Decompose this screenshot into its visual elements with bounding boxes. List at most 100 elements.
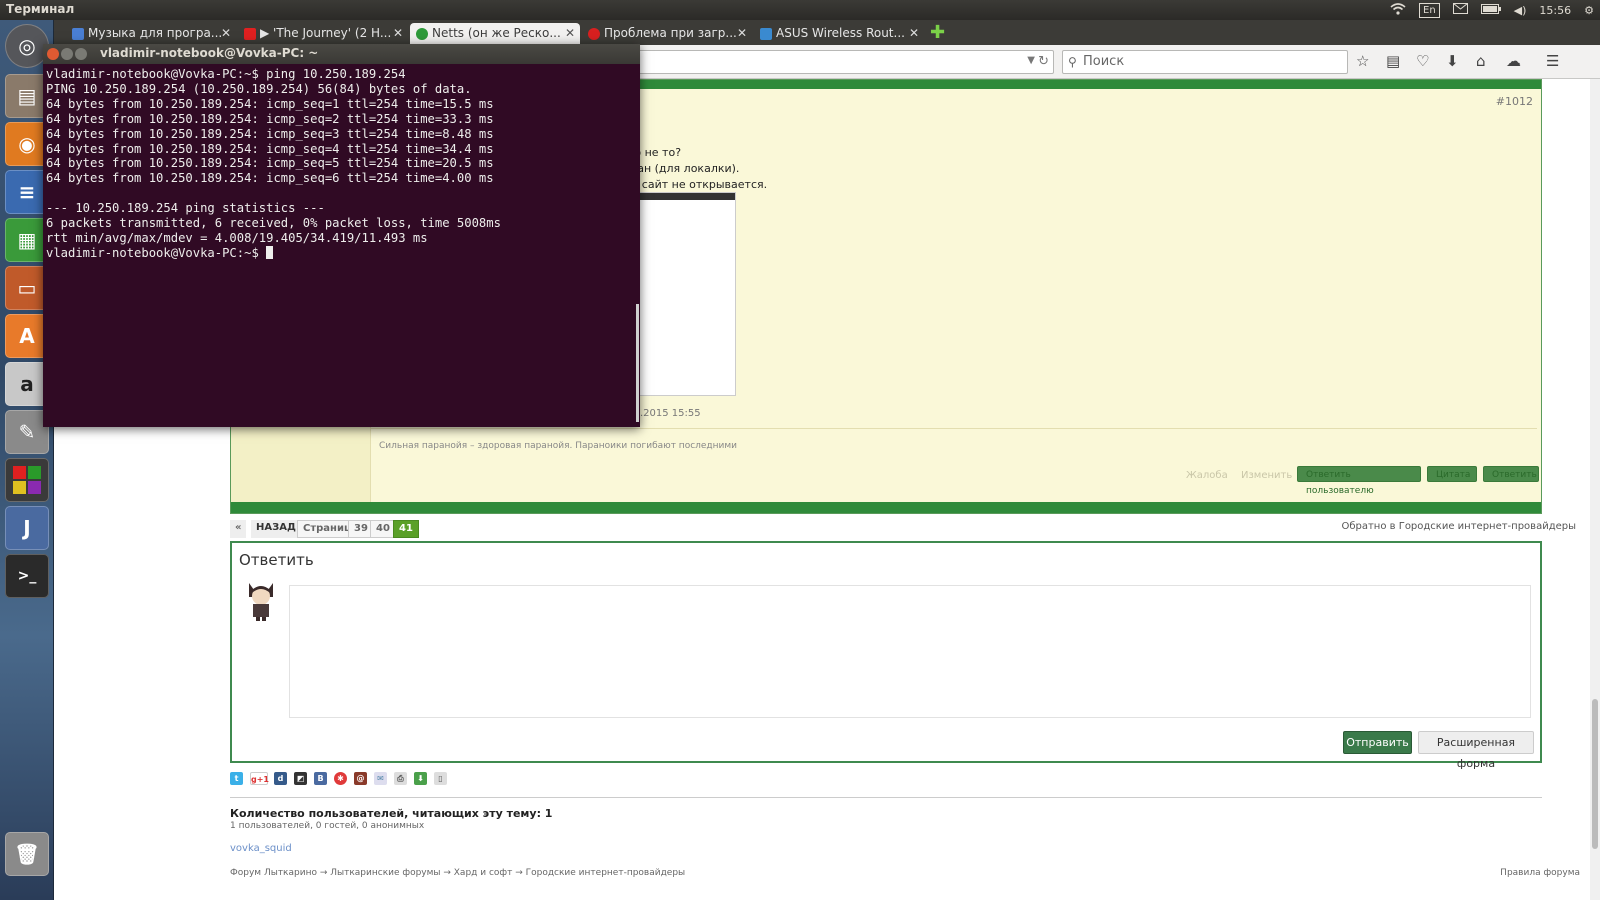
- download-topic-icon[interactable]: ⬇: [414, 772, 427, 785]
- delicious-icon[interactable]: ◩: [294, 772, 307, 785]
- search-placeholder: Поиск: [1083, 54, 1125, 69]
- readers-title: Количество пользователей, читающих эту т…: [230, 807, 553, 820]
- post-signature: Сильная паранойя – здоровая паранойя. Па…: [379, 441, 738, 451]
- digg-icon[interactable]: d: [274, 772, 287, 785]
- close-icon[interactable]: ✕: [221, 23, 231, 44]
- prev-page-button[interactable]: «: [230, 520, 247, 538]
- forum-rules-link[interactable]: Правила форума: [1500, 868, 1580, 878]
- download-icon[interactable]: ⬇: [1446, 53, 1459, 69]
- close-icon[interactable]: ✕: [909, 23, 919, 44]
- reply-title: Ответить: [239, 551, 314, 569]
- print-icon[interactable]: ⎙: [394, 772, 407, 785]
- vk-icon[interactable]: B: [314, 772, 327, 785]
- reader-user-link[interactable]: vovka_squid: [230, 843, 292, 854]
- terminal-window[interactable]: vladimir-notebook@Vovka-PC: ~ vladimir-n…: [43, 44, 640, 427]
- maximize-window-icon[interactable]: [75, 48, 87, 60]
- document-icon[interactable]: ▯: [434, 772, 447, 785]
- terminal-line: rtt min/avg/max/mdev = 4.008/19.405/34.4…: [46, 230, 428, 245]
- edit-link[interactable]: Изменить: [1241, 470, 1292, 481]
- complain-link[interactable]: Жалоба: [1186, 470, 1228, 481]
- colorful-app-icon[interactable]: [5, 458, 49, 502]
- google-plus-icon[interactable]: g+1: [250, 772, 269, 785]
- close-icon[interactable]: ✕: [393, 23, 403, 44]
- terminal-line: 64 bytes from 10.250.189.254: icmp_seq=2…: [46, 111, 494, 126]
- reply-to-user-button[interactable]: Ответить пользователю: [1297, 466, 1421, 496]
- tab-3[interactable]: Проблема при загр... ✕: [582, 23, 752, 45]
- trash-icon[interactable]: 🗑: [5, 832, 49, 876]
- url-bar[interactable]: ▼ ↻: [614, 50, 1054, 74]
- clock[interactable]: 15:56: [1539, 4, 1571, 17]
- terminal-icon[interactable]: >_: [5, 554, 49, 598]
- search-input[interactable]: ⚲ Поиск: [1062, 50, 1348, 74]
- bobrdobr-icon[interactable]: ✱: [334, 772, 347, 785]
- answer-button[interactable]: Ответить: [1483, 466, 1539, 482]
- terminal-line: 64 bytes from 10.250.189.254: icmp_seq=6…: [46, 171, 494, 186]
- twitter-icon[interactable]: t: [230, 772, 243, 785]
- home-icon[interactable]: ⌂: [1476, 53, 1486, 69]
- tab-label: Проблема при загр...: [604, 26, 737, 40]
- terminal-line: 64 bytes from 10.250.189.254: icmp_seq=4…: [46, 141, 494, 156]
- tab-1[interactable]: ▶ 'The Journey' (2 H... ✕: [238, 23, 408, 45]
- tab-2-active[interactable]: Netts (он же Реско... ✕: [410, 23, 580, 45]
- submit-button[interactable]: Отправить: [1343, 731, 1412, 754]
- terminal-cursor: [266, 245, 274, 259]
- chevron-down-icon[interactable]: ▼: [1027, 55, 1035, 66]
- volume-icon[interactable]: ◀): [1514, 4, 1527, 17]
- gear-icon[interactable]: ⚙: [1584, 4, 1594, 17]
- terminal-line: 6 packets transmitted, 6 received, 0% pa…: [46, 216, 501, 231]
- back-to-forum-link[interactable]: Обратно в Городские интернет-провайдеры: [1341, 521, 1576, 532]
- minimize-window-icon[interactable]: [61, 48, 73, 60]
- close-icon[interactable]: ✕: [565, 23, 575, 44]
- bookmark-star-icon[interactable]: ☆: [1356, 53, 1369, 69]
- tab-bar: Музыка для програ... ✕ ▶ 'The Journey' (…: [54, 20, 1600, 45]
- page-current: 41: [393, 520, 419, 538]
- keyboard-layout-indicator[interactable]: En: [1419, 2, 1440, 18]
- new-tab-plus-icon[interactable]: ✚: [930, 23, 945, 43]
- tab-label: ▶ 'The Journey' (2 H...: [260, 26, 392, 40]
- advanced-form-button[interactable]: Расширенная форма: [1418, 731, 1534, 770]
- bookmarks-list-icon[interactable]: ▤: [1386, 53, 1400, 69]
- close-icon[interactable]: ✕: [737, 23, 747, 44]
- terminal-title: vladimir-notebook@Vovka-PC: ~: [100, 46, 319, 60]
- menu-icon[interactable]: ☰: [1546, 53, 1559, 69]
- readers-subtitle: 1 пользователей, 0 гостей, 0 анонимных: [230, 821, 425, 831]
- scrollbar-thumb[interactable]: [1592, 699, 1598, 849]
- youtube-favicon-icon: [244, 28, 256, 40]
- google-favicon-icon: [72, 28, 84, 40]
- reply-textarea[interactable]: [289, 585, 1531, 718]
- terminal-line: PING 10.250.189.254 (10.250.189.254) 56(…: [46, 81, 472, 96]
- breadcrumb[interactable]: Форум Лыткарино → Лыткаринские форумы → …: [230, 868, 685, 878]
- router-favicon-icon: [760, 28, 772, 40]
- mail-ru-icon[interactable]: @: [354, 772, 367, 785]
- reply-form: Ответить Отправить Расширенная форма: [230, 541, 1542, 770]
- post-text-line: ий сайт не открывается.: [624, 178, 768, 191]
- forum-favicon-icon: [416, 28, 428, 40]
- close-window-icon[interactable]: [47, 48, 59, 60]
- chat-icon[interactable]: ☁: [1506, 53, 1521, 69]
- email-icon[interactable]: ✉: [374, 772, 387, 785]
- tab-0[interactable]: Музыка для програ... ✕: [66, 23, 236, 45]
- divider: [230, 797, 1542, 798]
- back-button[interactable]: НАЗАД: [251, 520, 301, 538]
- tab-label: Музыка для програ...: [88, 26, 223, 40]
- terminal-titlebar[interactable]: vladimir-notebook@Vovka-PC: ~: [43, 44, 640, 64]
- post-screenshot-image[interactable]: [624, 192, 736, 396]
- tab-label: Netts (он же Реско...: [432, 26, 561, 40]
- pocket-icon[interactable]: ♡: [1416, 53, 1429, 69]
- avatar: [242, 577, 280, 621]
- terminal-scrollbar[interactable]: [636, 304, 639, 422]
- page-scrollbar[interactable]: [1590, 79, 1600, 900]
- reload-icon[interactable]: ↻: [1038, 54, 1049, 69]
- post-number[interactable]: #1012: [1496, 95, 1533, 108]
- search-icon: ⚲: [1068, 55, 1077, 69]
- battery-icon[interactable]: [1480, 3, 1501, 17]
- wifi-icon[interactable]: [1390, 2, 1406, 18]
- tab-label: ASUS Wireless Rout...: [776, 26, 905, 40]
- tab-4[interactable]: ASUS Wireless Rout... ✕: [754, 23, 924, 45]
- terminal-output[interactable]: vladimir-notebook@Vovka-PC:~$ ping 10.25…: [46, 67, 631, 422]
- terminal-line: vladimir-notebook@Vovka-PC:~$ ping 10.25…: [46, 67, 406, 81]
- quote-button[interactable]: Цитата: [1427, 466, 1477, 482]
- mail-icon[interactable]: [1452, 3, 1468, 17]
- ide-icon[interactable]: J: [5, 506, 49, 550]
